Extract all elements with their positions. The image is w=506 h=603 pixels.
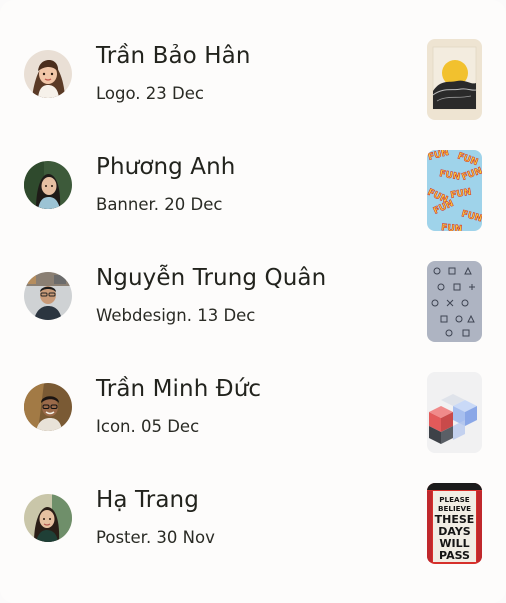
item-meta: Logo. 23 Dec: [96, 84, 204, 103]
svg-text:FUN: FUN: [441, 223, 463, 231]
list-item[interactable]: Nguyễn Trung Quân Webdesign. 13 Dec: [0, 258, 506, 348]
avatar[interactable]: [24, 50, 72, 98]
list-item[interactable]: Trần Bảo Hân Logo. 23 Dec: [0, 36, 506, 126]
typography-poster-thumbnail[interactable]: PLEASE BELIEVE THESE DAYS WILL PASS: [427, 483, 482, 564]
sun-landscape-thumbnail[interactable]: [427, 39, 482, 120]
user-name: Phương Anh: [96, 154, 236, 180]
3d-cubes-thumbnail[interactable]: [427, 372, 482, 453]
user-name: Trần Bảo Hân: [96, 43, 251, 69]
item-meta: Banner. 20 Dec: [96, 195, 223, 214]
poster-text-line: PASS: [439, 549, 470, 562]
avatar[interactable]: [24, 161, 72, 209]
user-name: Trần Minh Đức: [96, 376, 262, 402]
item-meta: Webdesign. 13 Dec: [96, 306, 256, 325]
user-name: Hạ Trang: [96, 487, 199, 513]
avatar[interactable]: [24, 383, 72, 431]
avatar[interactable]: [24, 272, 72, 320]
item-meta: Poster. 30 Nov: [96, 528, 215, 547]
fun-pattern-thumbnail[interactable]: FUN FUN FUN FUN FUN FUN FUN FUN FUN: [427, 150, 482, 231]
item-meta: Icon. 05 Dec: [96, 417, 200, 436]
list-item[interactable]: Trần Minh Đức Icon. 05 Dec: [0, 369, 506, 459]
icon-grid-thumbnail[interactable]: [427, 261, 482, 342]
poster-text-line: PLEASE: [439, 495, 469, 504]
list-item[interactable]: Phương Anh Banner. 20 Dec FUN FUN FUN FU…: [0, 147, 506, 237]
list-item[interactable]: Hạ Trang Poster. 30 Nov PLEASE BELIEVE T…: [0, 480, 506, 570]
avatar[interactable]: [24, 494, 72, 542]
activity-list-card: Trần Bảo Hân Logo. 23 Dec Phương Anh Ban…: [0, 0, 506, 603]
poster-text-line: BELIEVE: [438, 504, 471, 513]
user-name: Nguyễn Trung Quân: [96, 265, 327, 291]
